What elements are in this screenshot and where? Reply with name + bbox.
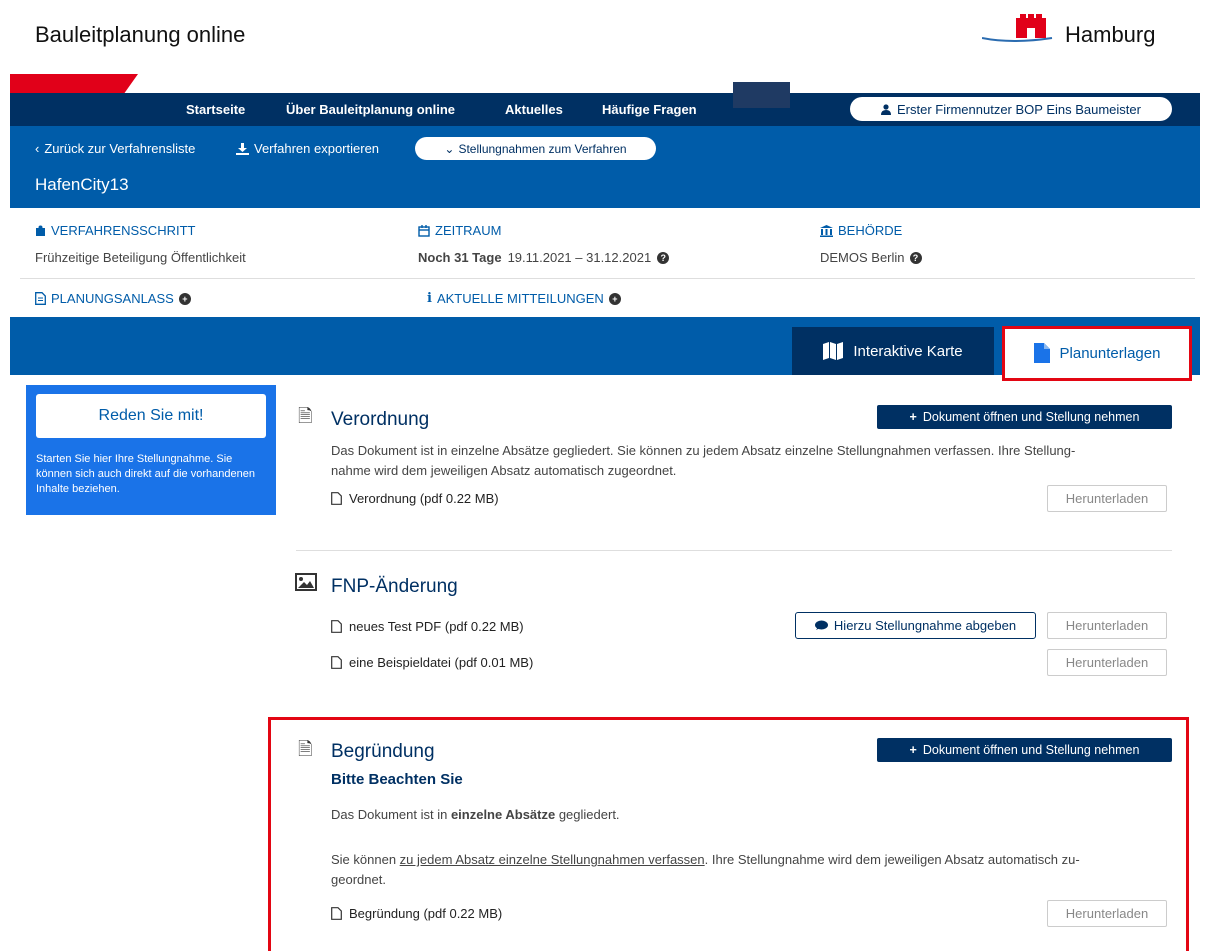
calendar-icon	[418, 224, 430, 237]
export-link-label: Verfahren exportieren	[254, 141, 380, 156]
period-label: ZEITRAUM	[418, 223, 501, 238]
file-icon	[331, 907, 342, 920]
underlined-text: zu jedem Absatz einzelne Stellungnahmen …	[399, 852, 705, 867]
authority-label-text: BEHÖRDE	[838, 223, 903, 238]
doc-title-begruendung: Begründung	[331, 741, 435, 762]
document-icon	[35, 292, 46, 305]
back-link[interactable]: ‹ Zurück zur Verfahrensliste	[35, 141, 195, 156]
doc-desc-verordnung: Das Dokument ist in einzelne Absätze geg…	[331, 441, 1075, 481]
site-title: Bauleitplanung online	[35, 22, 246, 47]
logo-text: Hamburg	[1065, 22, 1156, 47]
step-label: VERFAHRENSSCHRITT	[35, 223, 195, 238]
statements-label: Stellungnahmen zum Verfahren	[458, 141, 627, 156]
tab-map[interactable]: Interaktive Karte	[792, 327, 994, 375]
download-button[interactable]: Herunterladen	[1047, 612, 1167, 639]
user-button[interactable]: Erster Firmennutzer BOP Eins Baumeister	[850, 97, 1172, 121]
news-toggle[interactable]: i AKTUELLE MITTEILUNGEN +	[427, 291, 621, 306]
step-value: Frühzeitige Beteiligung Öffentlichkeit	[35, 250, 246, 265]
puzzle-icon	[36, 225, 45, 236]
nav-aktuelles[interactable]: Aktuelles	[505, 102, 563, 117]
file-name: neues Test PDF (pdf 0.22 MB)	[349, 619, 524, 634]
file-name: eine Beispieldatei (pdf 0.01 MB)	[349, 655, 534, 670]
map-icon	[823, 342, 844, 360]
emphasis: einzelne Absätze	[450, 807, 556, 822]
divider	[296, 550, 1172, 551]
tab-map-label: Interaktive Karte	[853, 342, 963, 360]
procedure-title: HafenCity13	[35, 175, 129, 194]
text: . Ihre Stellungnahme wird dem jeweiligen…	[704, 852, 1080, 867]
doc-title-fnp: FNP-Änderung	[331, 576, 458, 597]
period-value: Noch 31 Tage 19.11.2021 – 31.12.2021 ?	[418, 250, 670, 265]
authority-value: DEMOS Berlin ?	[820, 250, 922, 265]
statement-button-label: Hierzu Stellungnahme abgeben	[833, 618, 1017, 633]
plus-circle-icon: +	[608, 292, 621, 305]
download-button[interactable]: Herunterladen	[1047, 649, 1167, 676]
file-name: Verordnung (pdf 0.22 MB)	[349, 491, 499, 506]
plus-icon: +	[909, 410, 917, 424]
participate-button[interactable]: Reden Sie mit!	[36, 394, 266, 438]
text-document-icon: 🗎	[298, 739, 313, 759]
participate-text: Starten Sie hier Ihre Stellungnahme. Sie…	[36, 453, 255, 495]
authority-label: BEHÖRDE	[820, 223, 902, 238]
highlight-frame	[1002, 326, 1192, 381]
period-label-text: ZEITRAUM	[435, 223, 502, 238]
planning-reason-toggle[interactable]: PLANUNGSANLASS +	[35, 291, 191, 306]
user-icon	[881, 103, 892, 115]
doc-title-verordnung: Verordnung	[331, 409, 430, 430]
file-link-example[interactable]: eine Beispieldatei (pdf 0.01 MB)	[331, 655, 533, 670]
text: geordnet.	[331, 872, 386, 887]
chevron-left-icon: ‹	[35, 141, 40, 156]
nav-startseite[interactable]: Startseite	[186, 102, 245, 117]
notice-paragraph-2: Sie können zu jedem Absatz einzelne Stel…	[331, 850, 1191, 890]
planning-reason-label: PLANUNGSANLASS	[51, 291, 174, 306]
text-document-icon: 🗎	[298, 406, 313, 426]
open-document-label: Dokument öffnen und Stellung nehmen	[922, 743, 1140, 757]
download-button[interactable]: Herunterladen	[1047, 485, 1167, 512]
divider	[20, 278, 1195, 279]
open-document-label: Dokument öffnen und Stellung nehmen	[922, 410, 1140, 424]
info-icon: i	[427, 291, 432, 306]
open-document-button[interactable]: + Dokument öffnen und Stellung nehmen	[877, 738, 1172, 762]
file-link-test-pdf[interactable]: neues Test PDF (pdf 0.22 MB)	[331, 619, 524, 634]
nav-faq[interactable]: Häufige Fragen	[602, 102, 697, 117]
step-label-text: VERFAHRENSSCHRITT	[51, 223, 196, 238]
institution-icon	[820, 224, 833, 237]
text: Das Dokument ist in	[331, 807, 451, 822]
export-link[interactable]: Verfahren exportieren	[236, 141, 379, 156]
back-link-label: Zurück zur Verfahrensliste	[44, 141, 196, 156]
file-icon	[331, 656, 342, 669]
plus-icon: +	[909, 743, 917, 757]
download-icon	[236, 142, 249, 155]
text: Sie können	[331, 852, 400, 867]
news-label: AKTUELLE MITTEILUNGEN	[436, 291, 604, 306]
chevron-down-icon: ⌄	[444, 141, 455, 156]
download-button[interactable]: Herunterladen	[1047, 900, 1167, 927]
image-icon	[295, 573, 317, 596]
nav-ueber[interactable]: Über Bauleitplanung online	[286, 102, 455, 117]
help-icon[interactable]: ?	[657, 251, 670, 264]
file-link-verordnung[interactable]: Verordnung (pdf 0.22 MB)	[331, 491, 499, 506]
text: gegliedert.	[555, 807, 620, 822]
authority-name: DEMOS Berlin	[820, 250, 905, 265]
file-name: Begründung (pdf 0.22 MB)	[349, 906, 503, 921]
notice-paragraph-1: Das Dokument ist in einzelne Absätze geg…	[331, 805, 620, 825]
file-icon	[331, 492, 342, 505]
period-range: 19.11.2021 – 31.12.2021	[507, 250, 652, 265]
desc-line: nahme wird dem jeweiligen Absatz automat…	[331, 463, 677, 478]
user-name: Erster Firmennutzer BOP Eins Baumeister	[897, 101, 1141, 117]
desc-line: Das Dokument ist in einzelne Absätze geg…	[331, 443, 1076, 458]
statement-button[interactable]: Hierzu Stellungnahme abgeben	[795, 612, 1036, 639]
file-icon	[331, 620, 342, 633]
notice-heading: Bitte Beachten Sie	[331, 771, 463, 788]
open-document-button[interactable]: + Dokument öffnen und Stellung nehmen	[877, 405, 1172, 429]
plus-circle-icon: +	[178, 292, 191, 305]
nav-dark-tab	[733, 82, 790, 108]
help-icon[interactable]: ?	[909, 251, 922, 264]
period-remaining: Noch 31 Tage	[418, 250, 502, 265]
statements-dropdown-button[interactable]: ⌄ Stellungnahmen zum Verfahren	[415, 137, 656, 160]
comment-icon	[814, 620, 828, 630]
file-link-begruendung[interactable]: Begründung (pdf 0.22 MB)	[331, 906, 502, 921]
